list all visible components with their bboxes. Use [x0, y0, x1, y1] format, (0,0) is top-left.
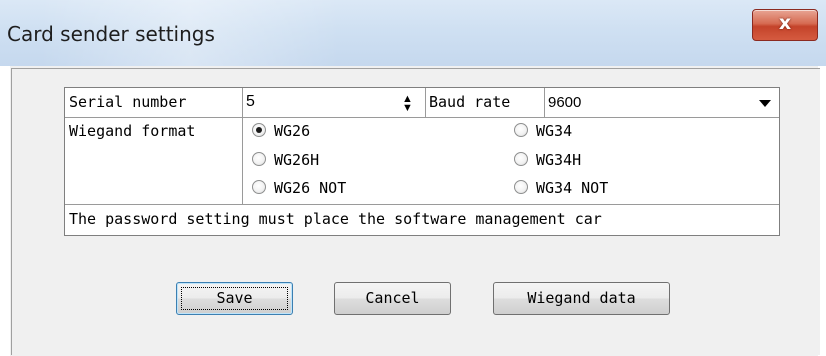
- wiegand-format-label: Wiegand format: [69, 122, 196, 140]
- card-sender-settings-dialog: Card sender settings x Serial number 5 ▲…: [0, 0, 826, 356]
- baud-rate-value: 9600: [548, 94, 582, 111]
- radio-button[interactable]: [252, 123, 266, 137]
- baud-rate-label: Baud rate: [429, 93, 511, 111]
- focus-rect: [181, 287, 288, 310]
- radio-label: WG34: [536, 122, 573, 140]
- radio-label: WG26: [274, 122, 311, 140]
- window-title: Card sender settings: [7, 22, 215, 46]
- baud-rate-select[interactable]: 9600: [545, 89, 778, 117]
- radio-button[interactable]: [514, 152, 528, 166]
- password-note: The password setting must place the soft…: [69, 210, 602, 228]
- serial-number-value: 5: [246, 93, 255, 110]
- grid-divider: [425, 88, 426, 117]
- settings-grid: Serial number 5 ▲ ▼ Baud rate 9600 Wiegan…: [64, 87, 780, 236]
- grid-divider: [65, 204, 779, 205]
- serial-number-label: Serial number: [69, 93, 187, 111]
- cancel-button-label: Cancel: [365, 289, 420, 307]
- radio-label: WG34H: [536, 151, 582, 169]
- wiegand-data-button[interactable]: Wiegand data: [493, 282, 670, 315]
- grid-divider: [65, 117, 779, 118]
- wiegand-data-button-label: Wiegand data: [527, 289, 636, 307]
- radio-button[interactable]: [252, 152, 266, 166]
- spin-up-down-icon[interactable]: ▲ ▼: [402, 94, 413, 114]
- radio-label: WG26H: [274, 151, 320, 169]
- radio-button[interactable]: [514, 123, 528, 137]
- chevron-down-icon[interactable]: [759, 100, 771, 107]
- radio-label: WG34 NOT: [536, 179, 609, 197]
- close-button[interactable]: x: [752, 9, 818, 41]
- radio-button[interactable]: [252, 180, 266, 194]
- close-icon: x: [778, 12, 792, 34]
- cancel-button[interactable]: Cancel: [334, 282, 451, 315]
- serial-number-spinner[interactable]: 5 ▲ ▼: [243, 89, 425, 117]
- radio-label: WG26 NOT: [274, 179, 347, 197]
- save-button[interactable]: Save: [176, 282, 293, 315]
- title-bar[interactable]: Card sender settings x: [0, 0, 826, 66]
- radio-button[interactable]: [514, 180, 528, 194]
